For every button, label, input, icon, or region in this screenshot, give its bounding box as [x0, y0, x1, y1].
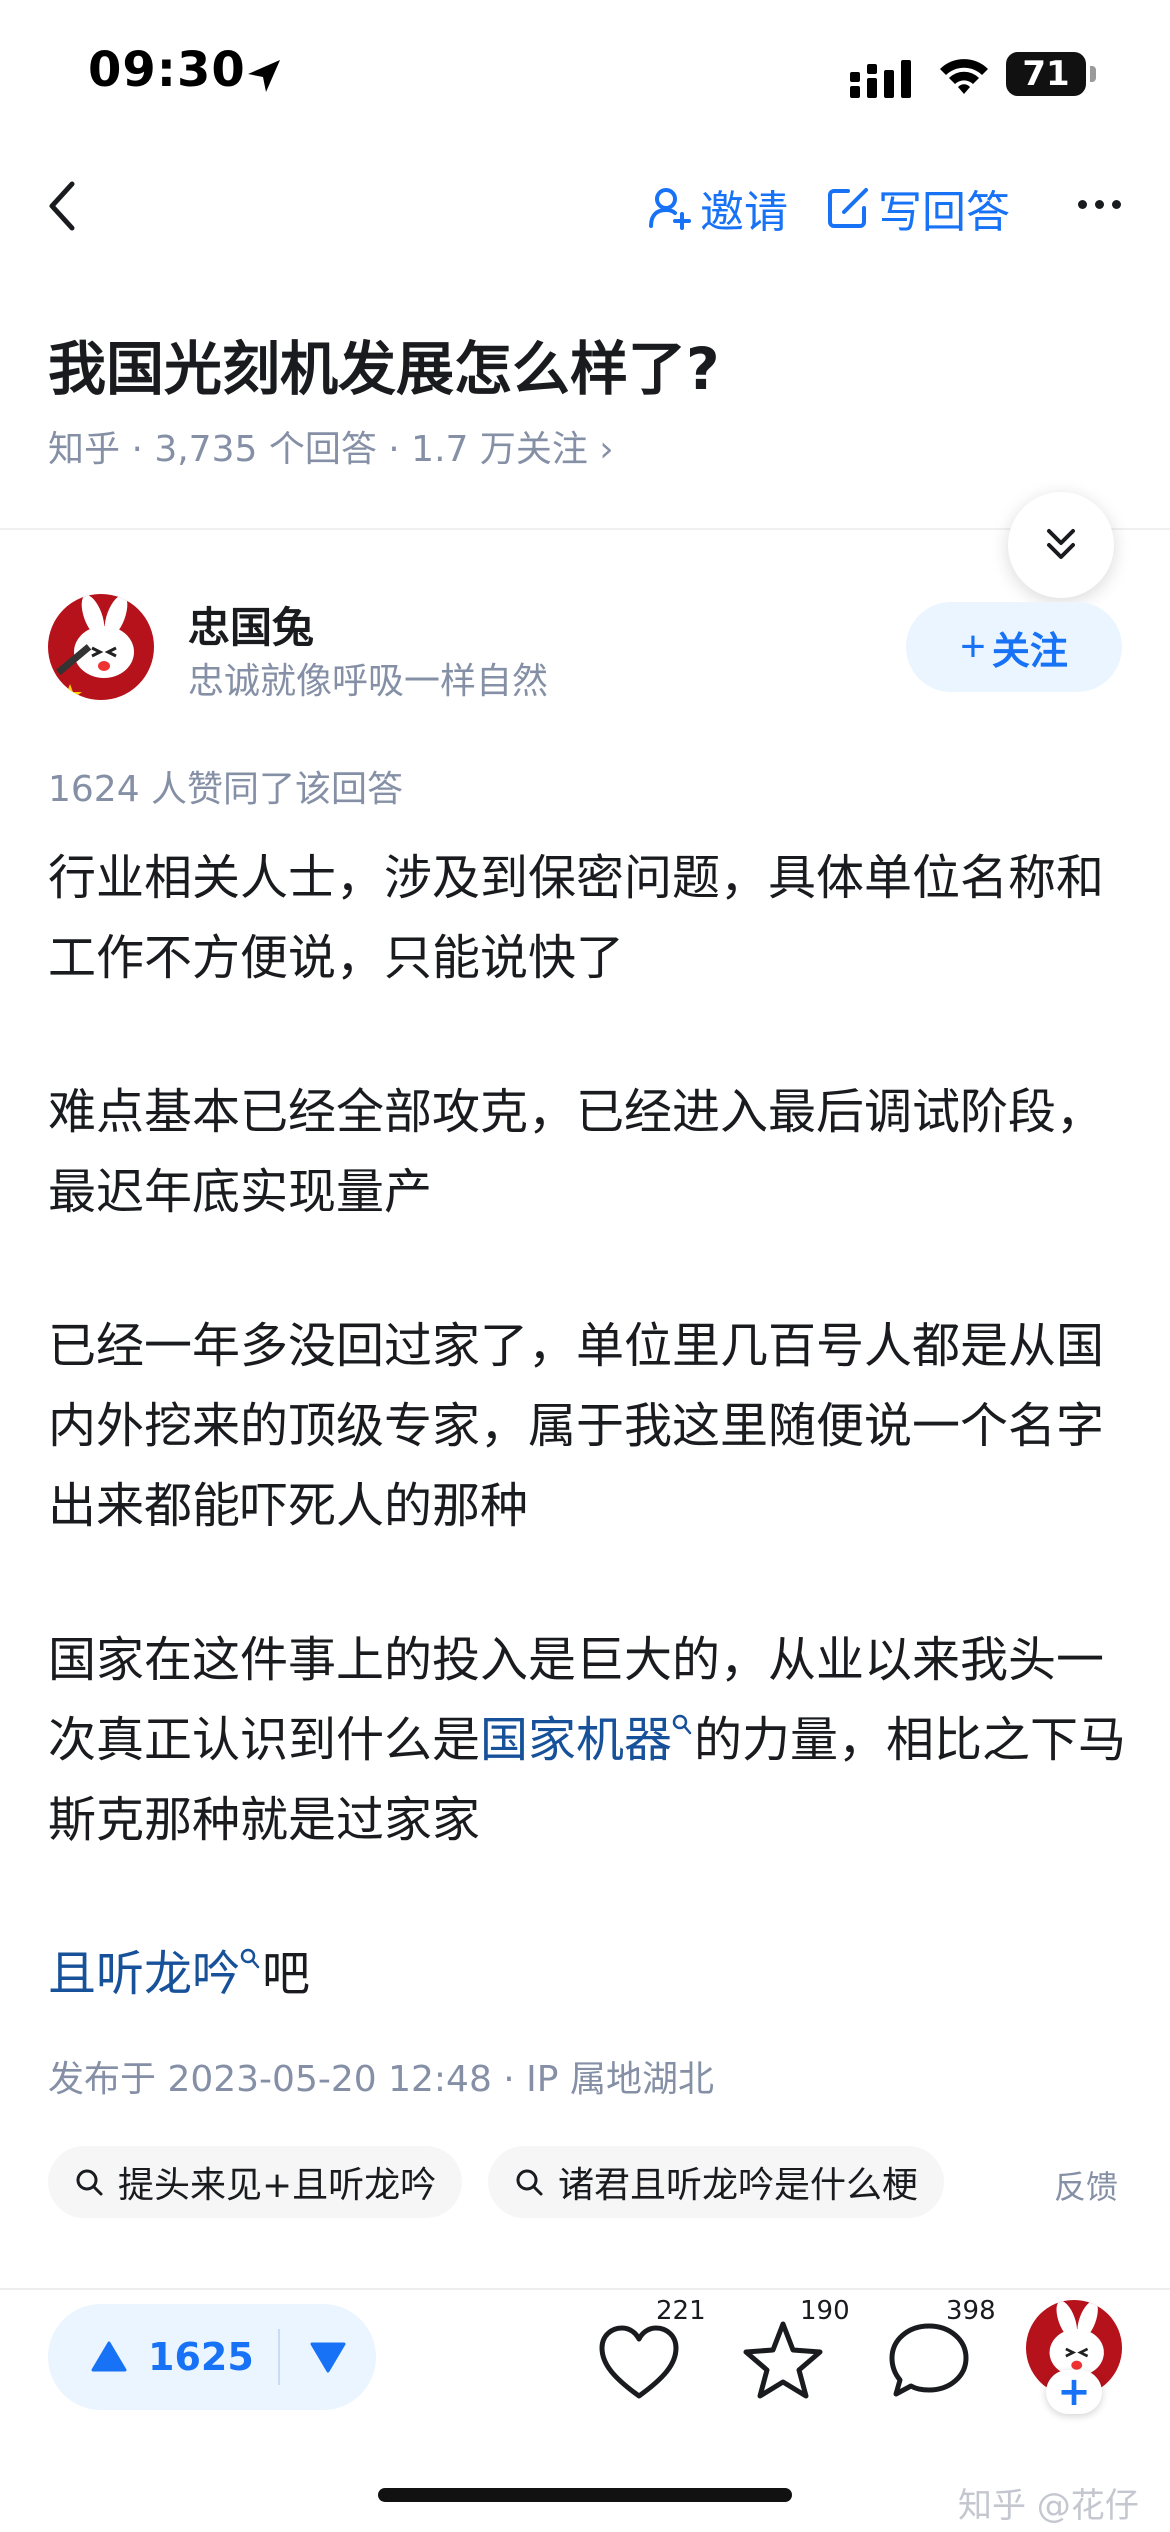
header-divider — [0, 528, 1170, 530]
paragraph-text: 吧 — [262, 1946, 311, 2002]
link-text: 且听龙吟 — [48, 1946, 241, 2002]
follow-plus-icon[interactable]: + — [1046, 2370, 1102, 2414]
like-count: 221 — [656, 2296, 706, 2326]
rabbit-avatar-icon — [48, 594, 154, 700]
favorite-count: 190 — [800, 2296, 850, 2326]
comment-count: 398 — [946, 2296, 996, 2326]
add-person-icon — [649, 188, 691, 230]
home-indicator[interactable] — [378, 2488, 792, 2502]
upvote-count: 1625 — [148, 2335, 254, 2379]
author-avatar[interactable] — [48, 594, 154, 700]
search-magnifier-icon — [672, 1714, 692, 1735]
like-heart-icon[interactable] — [594, 2312, 684, 2408]
downvote-button[interactable] — [280, 2304, 376, 2410]
bottom-divider — [0, 2288, 1170, 2290]
write-answer-button[interactable]: 写回答 — [826, 176, 1010, 240]
invite-button[interactable]: 邀请 — [648, 176, 788, 240]
write-answer-label: 写回答 — [878, 187, 1010, 238]
answer-paragraph: 行业相关人士，涉及到保密问题，具体单位名称和工作不方便说，只能说快了 — [48, 850, 1105, 986]
author-name[interactable]: 忠国兔 — [188, 594, 314, 655]
question-title[interactable]: 我国光刻机发展怎么样了? — [48, 322, 720, 406]
likes-summary: 1624 人赞同了该回答 — [48, 769, 404, 810]
double-chevron-down-icon — [1047, 529, 1075, 559]
search-magnifier-icon — [240, 1948, 260, 1969]
cellular-signal-icon — [850, 60, 911, 98]
search-link-guojia-jiqi[interactable]: 国家机器 — [480, 1712, 694, 1768]
favorite-star-icon[interactable] — [738, 2312, 828, 2408]
invite-label: 邀请 — [700, 187, 788, 238]
publish-info: 发布于 2023-05-20 12:48 · IP 属地湖北 — [48, 2059, 714, 2100]
feedback-link[interactable]: 反馈 — [1054, 2162, 1118, 2208]
wifi-icon — [940, 59, 988, 94]
vote-pill: 1625 — [48, 2304, 376, 2410]
chip-label: 诸君且听龙吟是什么梗 — [558, 2165, 919, 2206]
location-arrow-icon — [248, 60, 280, 92]
watermark: 知乎 @花仔 — [958, 2486, 1139, 2526]
search-icon — [516, 2169, 543, 2196]
answer-content: 行业相关人士，涉及到保密问题，具体单位名称和工作不方便说，只能说快了 难点基本已… — [48, 838, 1128, 2088]
more-options-icon[interactable] — [1078, 200, 1121, 209]
collapse-button[interactable] — [1008, 492, 1114, 598]
battery-indicator: 71 — [1006, 52, 1086, 96]
upvote-triangle-icon — [91, 2341, 127, 2372]
answer-paragraph: 且听龙吟吧 — [48, 1934, 1128, 2014]
chip-label: 提头来见+且听龙吟 — [118, 2165, 437, 2206]
author-bio: 忠诚就像呼吸一样自然 — [188, 661, 549, 702]
back-chevron-icon[interactable] — [42, 176, 82, 236]
comment-bubble-icon[interactable] — [884, 2312, 974, 2408]
edit-pencil-icon — [828, 188, 868, 228]
status-time: 09:30 — [88, 42, 246, 98]
link-text: 国家机器 — [480, 1712, 673, 1768]
related-search-chip[interactable]: 提头来见+且听龙吟 — [48, 2146, 463, 2218]
answer-paragraph: 已经一年多没回过家了，单位里几百号人都是从国内外挖来的顶级专家，属于我这里随便说… — [48, 1318, 1105, 1534]
answer-paragraph: 难点基本已经全部攻克，已经进入最后调试阶段，最迟年底实现量产 — [48, 1084, 1105, 1220]
upvote-button[interactable]: 1625 — [48, 2304, 278, 2410]
question-meta[interactable]: 知乎 · 3,735 个回答 · 1.7 万关注 › — [48, 420, 614, 472]
search-link-qieting-longyin[interactable]: 且听龙吟 — [48, 1946, 262, 2002]
follow-button[interactable]: + 关注 — [906, 602, 1122, 692]
battery-cap — [1090, 66, 1096, 82]
plus-icon: + — [960, 622, 986, 671]
related-search-chip[interactable]: 诸君且听龙吟是什么梗 — [488, 2146, 945, 2218]
answer-paragraph: 国家在这件事上的投入是巨大的，从业以来我头一次真正认识到什么是国家机器 的力量，相… — [48, 1620, 1128, 1860]
downvote-triangle-icon — [310, 2342, 346, 2373]
follow-label: 关注 — [991, 630, 1068, 673]
search-icon — [76, 2169, 103, 2196]
